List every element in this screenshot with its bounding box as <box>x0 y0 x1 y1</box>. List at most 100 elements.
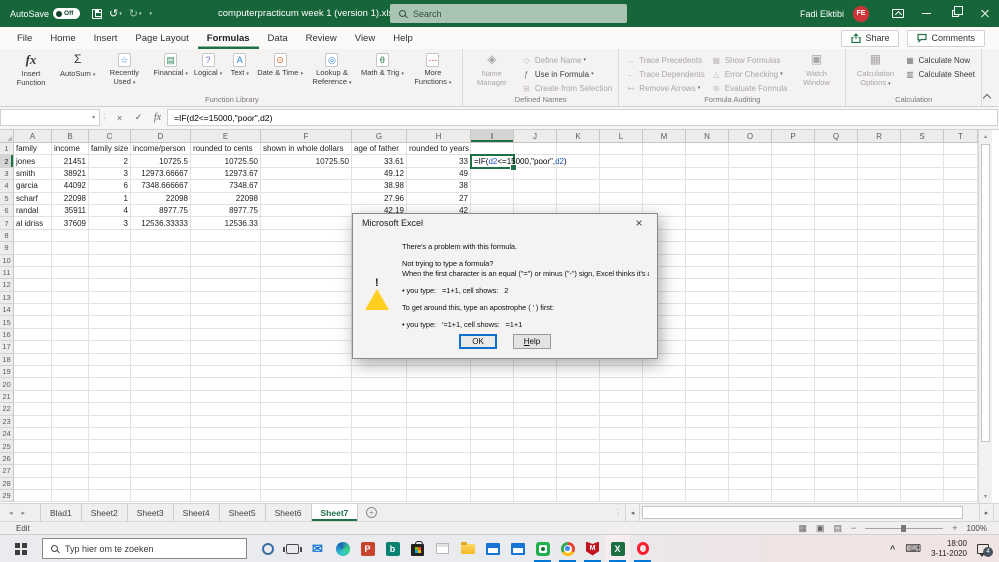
cell-O13[interactable] <box>729 291 772 305</box>
cell-O6[interactable] <box>729 204 772 218</box>
cell-S13[interactable] <box>901 291 944 305</box>
cell-J25[interactable] <box>514 440 557 453</box>
cell-G22[interactable] <box>352 403 407 416</box>
minimize-button[interactable] <box>912 0 941 27</box>
cell-K5[interactable] <box>557 192 600 205</box>
cell-O26[interactable] <box>729 452 772 466</box>
cell-R16[interactable] <box>858 328 901 342</box>
cell-N18[interactable] <box>686 353 729 367</box>
cell-N24[interactable] <box>686 427 729 441</box>
zoom-level[interactable]: 100% <box>967 524 987 533</box>
row-header-14[interactable]: 14 <box>0 304 14 317</box>
cell-B21[interactable] <box>52 390 89 404</box>
row-header-10[interactable]: 10 <box>0 254 14 267</box>
cell-R24[interactable] <box>858 427 901 441</box>
cell-F15[interactable] <box>261 316 352 329</box>
cell-A26[interactable] <box>14 452 52 466</box>
cell-E7[interactable]: 12536.33 <box>191 217 261 230</box>
cell-L2[interactable] <box>600 155 643 168</box>
cell-A15[interactable] <box>14 316 52 329</box>
cell-F14[interactable] <box>261 304 352 317</box>
cell-P17[interactable] <box>772 341 815 354</box>
cell-P8[interactable] <box>772 229 815 243</box>
create-from-selection-button[interactable]: ⊞ Create from Selection <box>518 82 615 94</box>
cell-J1[interactable] <box>514 143 557 156</box>
cell-G28[interactable] <box>352 477 407 490</box>
cell-P29[interactable] <box>772 489 815 503</box>
tray-expand-chevron[interactable]: ^ <box>890 544 895 554</box>
cell-O19[interactable] <box>729 366 772 379</box>
cell-D14[interactable] <box>131 304 191 317</box>
cell-L29[interactable] <box>600 489 643 503</box>
cell-Q19[interactable] <box>815 366 858 379</box>
cell-M26[interactable] <box>643 452 686 466</box>
cell-G25[interactable] <box>352 440 407 453</box>
cell-S27[interactable] <box>901 465 944 478</box>
cell-A17[interactable] <box>14 341 52 354</box>
tab-insert[interactable]: Insert <box>85 27 127 49</box>
cell-T19[interactable] <box>944 366 978 379</box>
cell-G19[interactable] <box>352 366 407 379</box>
cell-E28[interactable] <box>191 477 261 490</box>
cell-O16[interactable] <box>729 328 772 342</box>
column-header-I[interactable]: I <box>471 130 514 143</box>
cell-R9[interactable] <box>858 242 901 255</box>
cell-T23[interactable] <box>944 415 978 428</box>
cell-R20[interactable] <box>858 378 901 391</box>
cell-S14[interactable] <box>901 304 944 317</box>
cell-P25[interactable] <box>772 440 815 453</box>
cell-R8[interactable] <box>858 229 901 243</box>
cell-R11[interactable] <box>858 266 901 280</box>
cell-T3[interactable] <box>944 167 978 181</box>
text-button[interactable]: A Text ▾ <box>225 50 254 94</box>
cell-Q7[interactable] <box>815 217 858 230</box>
cell-O2[interactable] <box>729 155 772 168</box>
cell-D10[interactable] <box>131 254 191 267</box>
cell-E16[interactable] <box>191 328 261 342</box>
row-header-15[interactable]: 15 <box>0 316 14 329</box>
column-header-S[interactable]: S <box>901 130 944 143</box>
vertical-scroll-track[interactable] <box>979 143 992 490</box>
trace-dependents-button[interactable]: ← Trace Dependents <box>622 68 708 80</box>
normal-view-button[interactable]: ▦ <box>798 523 807 533</box>
cancel-button[interactable]: × <box>110 113 129 123</box>
cell-L19[interactable] <box>600 366 643 379</box>
cell-E25[interactable] <box>191 440 261 453</box>
cell-F23[interactable] <box>261 415 352 428</box>
cell-A24[interactable] <box>14 427 52 441</box>
cell-M21[interactable] <box>643 390 686 404</box>
cell-P9[interactable] <box>772 242 815 255</box>
cell-N15[interactable] <box>686 316 729 329</box>
cell-B9[interactable] <box>52 242 89 255</box>
cell-F22[interactable] <box>261 403 352 416</box>
cell-P18[interactable] <box>772 353 815 367</box>
cell-N23[interactable] <box>686 415 729 428</box>
cell-Q3[interactable] <box>815 167 858 181</box>
column-header-R[interactable]: R <box>858 130 901 143</box>
cell-M27[interactable] <box>643 465 686 478</box>
cell-B26[interactable] <box>52 452 89 466</box>
calculation-options-button[interactable]: ▦ Calculation Options ▾ <box>849 50 901 94</box>
cell-T20[interactable] <box>944 378 978 391</box>
column-header-K[interactable]: K <box>557 130 600 143</box>
cell-K20[interactable] <box>557 378 600 391</box>
cell-E17[interactable] <box>191 341 261 354</box>
avatar[interactable]: FE <box>853 5 869 22</box>
cell-J23[interactable] <box>514 415 557 428</box>
show-formulas-button[interactable]: ▦ Show Formulas <box>708 54 791 66</box>
cell-H3[interactable]: 49 <box>407 167 471 181</box>
cell-L26[interactable] <box>600 452 643 466</box>
cell-D2[interactable]: 10725.5 <box>131 155 191 168</box>
cell-Q22[interactable] <box>815 403 858 416</box>
cell-N11[interactable] <box>686 266 729 280</box>
cell-H4[interactable]: 38 <box>407 180 471 193</box>
cell-O21[interactable] <box>729 390 772 404</box>
cell-E2[interactable]: 10725.50 <box>191 155 261 168</box>
cell-T11[interactable] <box>944 266 978 280</box>
cell-O8[interactable] <box>729 229 772 243</box>
cell-Q9[interactable] <box>815 242 858 255</box>
cell-R10[interactable] <box>858 254 901 267</box>
autosave-switch[interactable]: Off <box>53 8 81 19</box>
cell-I5[interactable] <box>471 192 514 205</box>
cell-F25[interactable] <box>261 440 352 453</box>
